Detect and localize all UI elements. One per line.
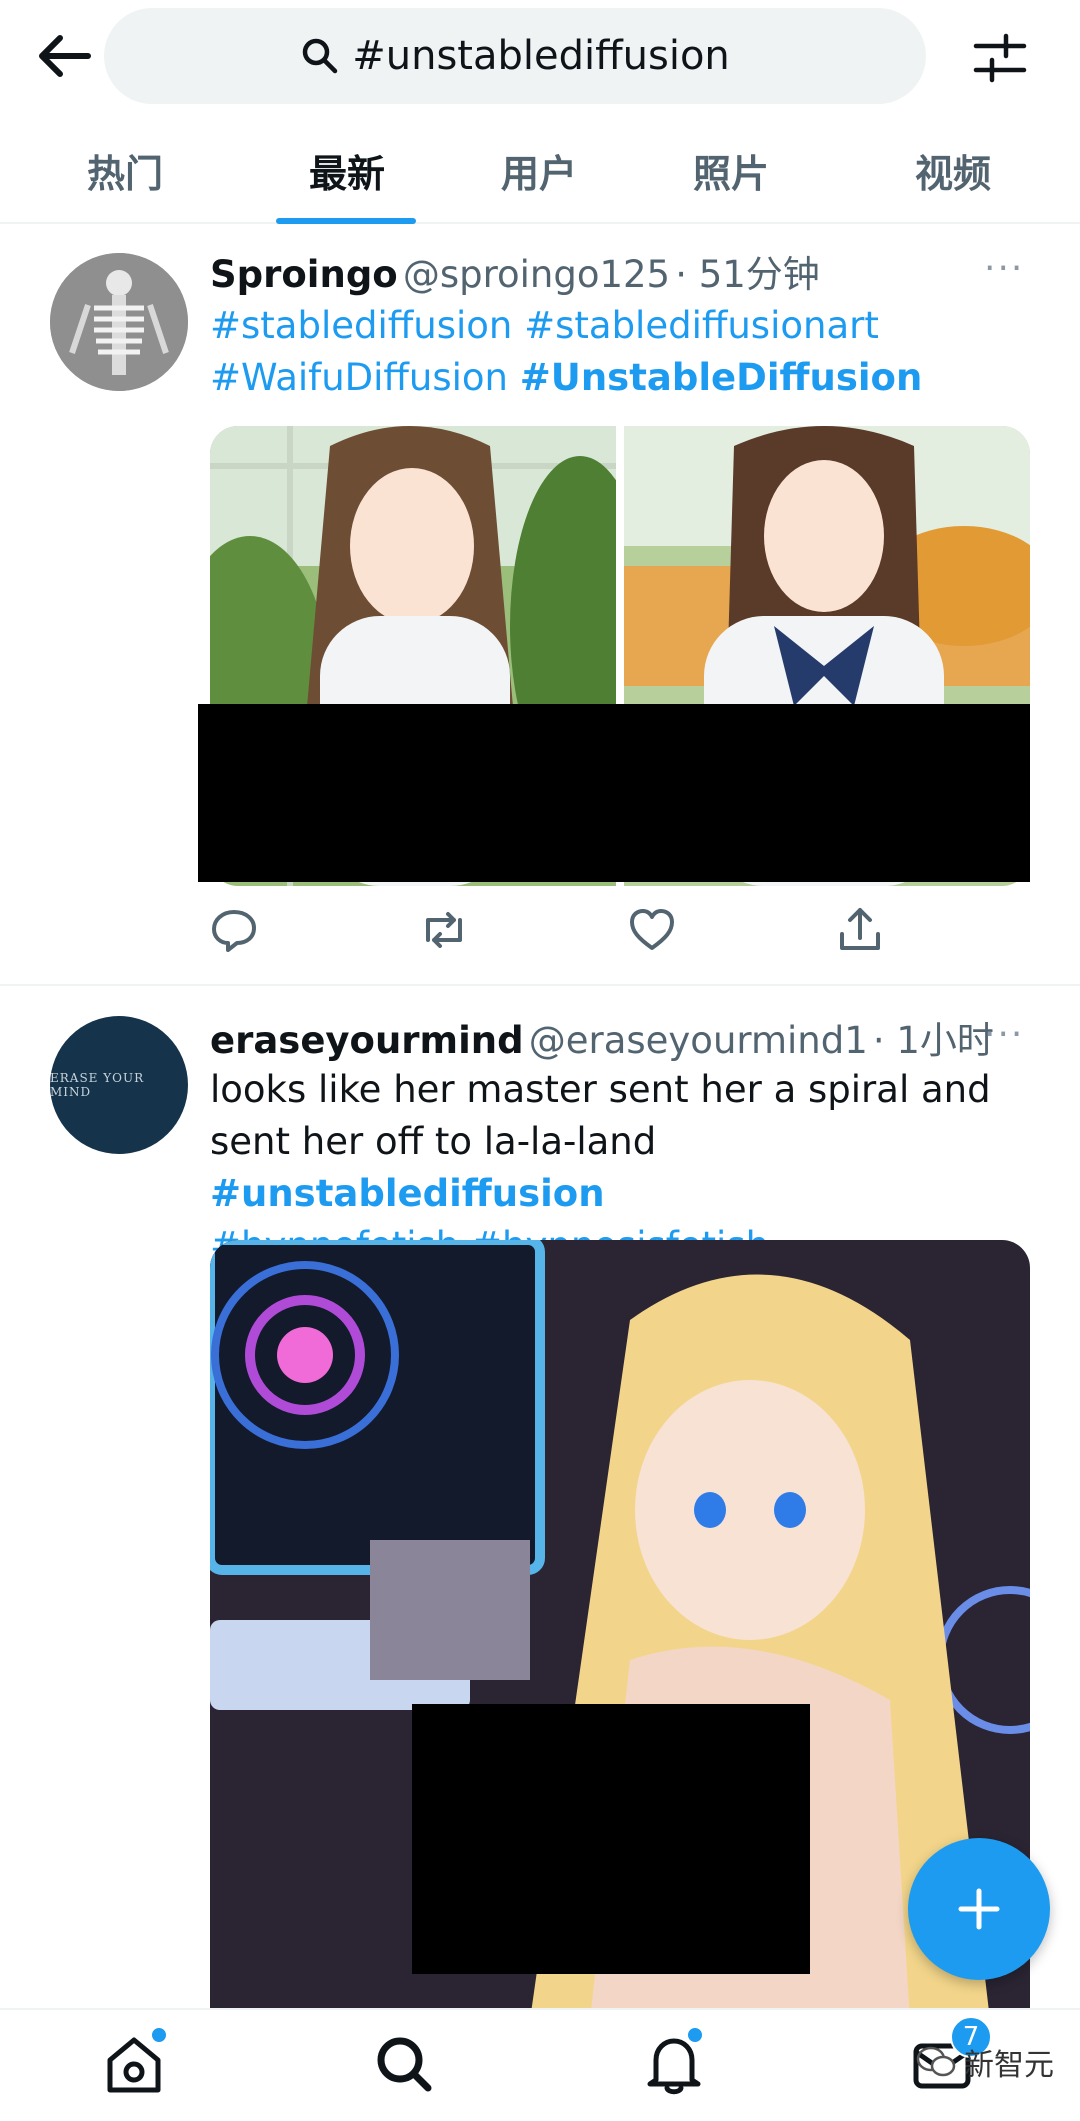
tab-people[interactable]: 用户 <box>454 118 624 222</box>
tweet-header: eraseyourmind @eraseyourmind1 · 1小时 <box>210 1010 994 1064</box>
search-filter-button[interactable] <box>970 28 1030 88</box>
avatar[interactable] <box>50 253 188 391</box>
watermark: 新智元 <box>916 2040 1054 2084</box>
hashtag-link[interactable]: #stablediffusionart <box>524 304 879 347</box>
like-icon <box>630 909 674 950</box>
user-handle[interactable]: @sproingo125 <box>403 253 670 296</box>
more-options-button[interactable]: ··· <box>984 248 1024 289</box>
active-tab-indicator <box>276 218 416 224</box>
nav-home[interactable] <box>94 2024 174 2104</box>
notifications-unread-dot <box>686 2026 704 2044</box>
search-tabs: 热门 最新 用户 照片 视频 <box>0 118 1080 224</box>
hashtag-link[interactable]: #stablediffusion <box>210 304 512 347</box>
tweet-time: · 1小时 <box>872 1019 994 1062</box>
retweet-icon <box>426 912 462 948</box>
tab-top[interactable]: 热门 <box>40 118 210 222</box>
tab-videos[interactable]: 视频 <box>868 118 1038 222</box>
nav-explore[interactable] <box>364 2024 444 2104</box>
tweet-time: · 51分钟 <box>675 253 820 296</box>
search-icon <box>302 38 338 74</box>
retweet-button[interactable] <box>414 900 474 960</box>
tweet-divider <box>0 984 1080 986</box>
watermark-text: 新智元 <box>964 2048 1054 2083</box>
hashtag-link[interactable]: #unstablediffusion <box>210 1172 605 1215</box>
hashtag-link[interactable]: #UnstableDiffusion <box>520 356 923 399</box>
back-arrow-icon <box>39 35 91 77</box>
home-unread-dot <box>150 2026 168 2044</box>
reply-icon <box>212 910 256 952</box>
wechat-logo-icon <box>916 2046 956 2077</box>
tweet-header: Sproingo @sproingo125 · 51分钟 <box>210 244 820 298</box>
text-space <box>508 356 520 399</box>
tab-photos[interactable]: 照片 <box>646 118 816 222</box>
tweet-body-text: looks like her master sent her a spiral … <box>210 1068 991 1163</box>
compose-tweet-button[interactable] <box>908 1838 1050 1980</box>
like-button[interactable] <box>622 900 682 960</box>
explore-search-icon <box>377 2037 432 2092</box>
share-icon <box>840 908 880 950</box>
share-button[interactable] <box>830 900 890 960</box>
back-button[interactable] <box>34 28 94 84</box>
avatar-logo-text: ERASE YOUR MIND <box>50 1071 145 1099</box>
hashtag-link[interactable]: #WaifuDiffusion <box>210 356 508 399</box>
tab-latest[interactable]: 最新 <box>262 118 432 222</box>
skeleton-avatar-image <box>50 253 188 391</box>
display-name[interactable]: Sproingo <box>210 253 398 296</box>
tweet-text: #stablediffusion #stablediffusionart #Wai… <box>210 300 1030 404</box>
nav-notifications[interactable] <box>634 2024 714 2104</box>
more-options-button[interactable]: ··· <box>984 1014 1024 1055</box>
reply-button[interactable] <box>204 900 264 960</box>
censor-bar <box>198 704 1030 882</box>
filter-icon <box>973 33 1027 83</box>
avatar[interactable]: ERASE YOUR MIND <box>50 1016 188 1154</box>
user-handle[interactable]: @eraseyourmind1 <box>529 1019 868 1062</box>
compose-plus-icon <box>958 1888 1000 1930</box>
search-bar[interactable]: #unstablediffusion <box>104 8 926 104</box>
censor-bar <box>412 1704 810 1974</box>
text-space <box>512 304 524 347</box>
display-name[interactable]: eraseyourmind <box>210 1019 524 1062</box>
search-query[interactable]: #unstablediffusion <box>352 33 730 79</box>
